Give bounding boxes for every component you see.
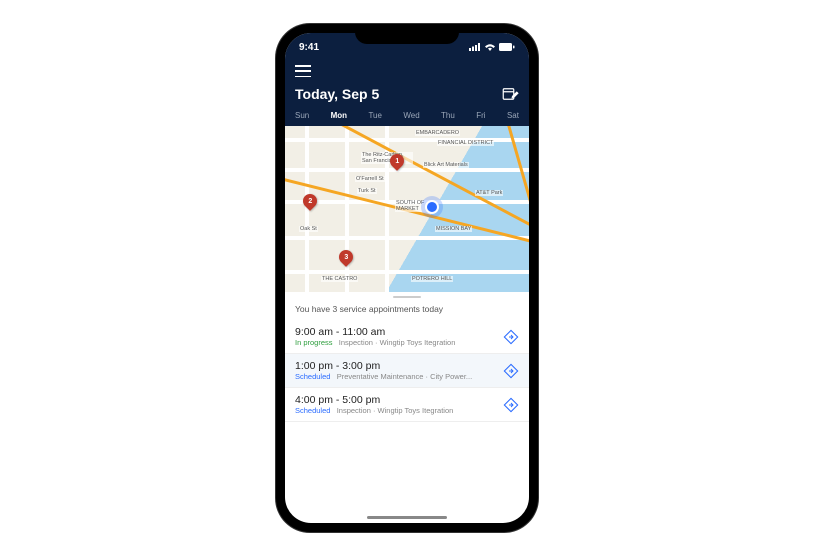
- appointment-sheet: You have 3 service appointments today 9:…: [285, 296, 529, 422]
- appointment-time: 4:00 pm - 5:00 pm: [295, 394, 497, 406]
- appointment-detail: Scheduled Preventative Maintenance · Cit…: [295, 372, 497, 381]
- day-tab-fri[interactable]: Fri: [476, 109, 485, 122]
- battery-icon: [499, 43, 515, 51]
- directions-icon[interactable]: [503, 329, 519, 345]
- home-indicator[interactable]: [367, 516, 447, 519]
- day-tab-sun[interactable]: Sun: [295, 109, 309, 122]
- appointment-row[interactable]: 1:00 pm - 3:00 pmScheduled Preventative …: [285, 354, 529, 388]
- phone-notch: [355, 24, 459, 44]
- appointment-detail: In progress Inspection · Wingtip Toys It…: [295, 338, 497, 347]
- map-label: The Ritz-Carlton, San Francisco: [361, 152, 413, 164]
- map-label: Turk St: [357, 188, 377, 194]
- hamburger-menu-button[interactable]: [295, 65, 311, 77]
- day-tabs: Sun Mon Tue Wed Thu Fri Sat: [295, 109, 519, 126]
- map-label: Oak St: [299, 226, 318, 232]
- day-tab-sat[interactable]: Sat: [507, 109, 519, 122]
- day-tab-mon[interactable]: Mon: [331, 109, 347, 122]
- appointments-summary: You have 3 service appointments today: [285, 302, 529, 320]
- map-label: AT&T Park: [475, 190, 503, 196]
- phone-frame: 9:41 Today, Sep 5 Sun Mon Tue Wed Thu Fri Sat: [276, 24, 538, 532]
- map-label: O'Farrell St: [355, 176, 385, 182]
- map-label: EMBARCADERO: [415, 130, 460, 136]
- map-label: MISSION BAY: [435, 226, 472, 232]
- appointment-time: 9:00 am - 11:00 am: [295, 326, 497, 338]
- map-pin-2[interactable]: 2: [300, 191, 320, 211]
- day-tab-thu[interactable]: Thu: [441, 109, 455, 122]
- status-time: 9:41: [299, 42, 319, 53]
- day-tab-wed[interactable]: Wed: [403, 109, 419, 122]
- signal-icon: [469, 43, 481, 51]
- map-label: POTRERO HILL: [411, 276, 453, 282]
- app-header: Today, Sep 5 Sun Mon Tue Wed Thu Fri Sat: [285, 61, 529, 126]
- appointment-row[interactable]: 9:00 am - 11:00 amIn progress Inspection…: [285, 320, 529, 354]
- day-tab-tue[interactable]: Tue: [368, 109, 382, 122]
- appointment-detail: Scheduled Inspection · Wingtip Toys Iteg…: [295, 406, 497, 415]
- calendar-edit-icon[interactable]: [501, 85, 519, 103]
- appointment-row[interactable]: 4:00 pm - 5:00 pmScheduled Inspection · …: [285, 388, 529, 422]
- map-label: FINANCIAL DISTRICT: [437, 140, 494, 146]
- directions-icon[interactable]: [503, 397, 519, 413]
- map-label: THE CASTRO: [321, 276, 358, 282]
- directions-icon[interactable]: [503, 363, 519, 379]
- appointment-time: 1:00 pm - 3:00 pm: [295, 360, 497, 372]
- map-label: Blick Art Materials: [423, 162, 469, 168]
- map-view[interactable]: EMBARCADERO FINANCIAL DISTRICT The Ritz-…: [285, 126, 529, 292]
- page-title: Today, Sep 5: [295, 86, 379, 102]
- wifi-icon: [484, 43, 496, 51]
- current-location-dot: [425, 200, 439, 214]
- phone-screen: 9:41 Today, Sep 5 Sun Mon Tue Wed Thu Fri Sat: [285, 33, 529, 523]
- sheet-drag-handle[interactable]: [393, 296, 421, 298]
- map-pin-3[interactable]: 3: [336, 247, 356, 267]
